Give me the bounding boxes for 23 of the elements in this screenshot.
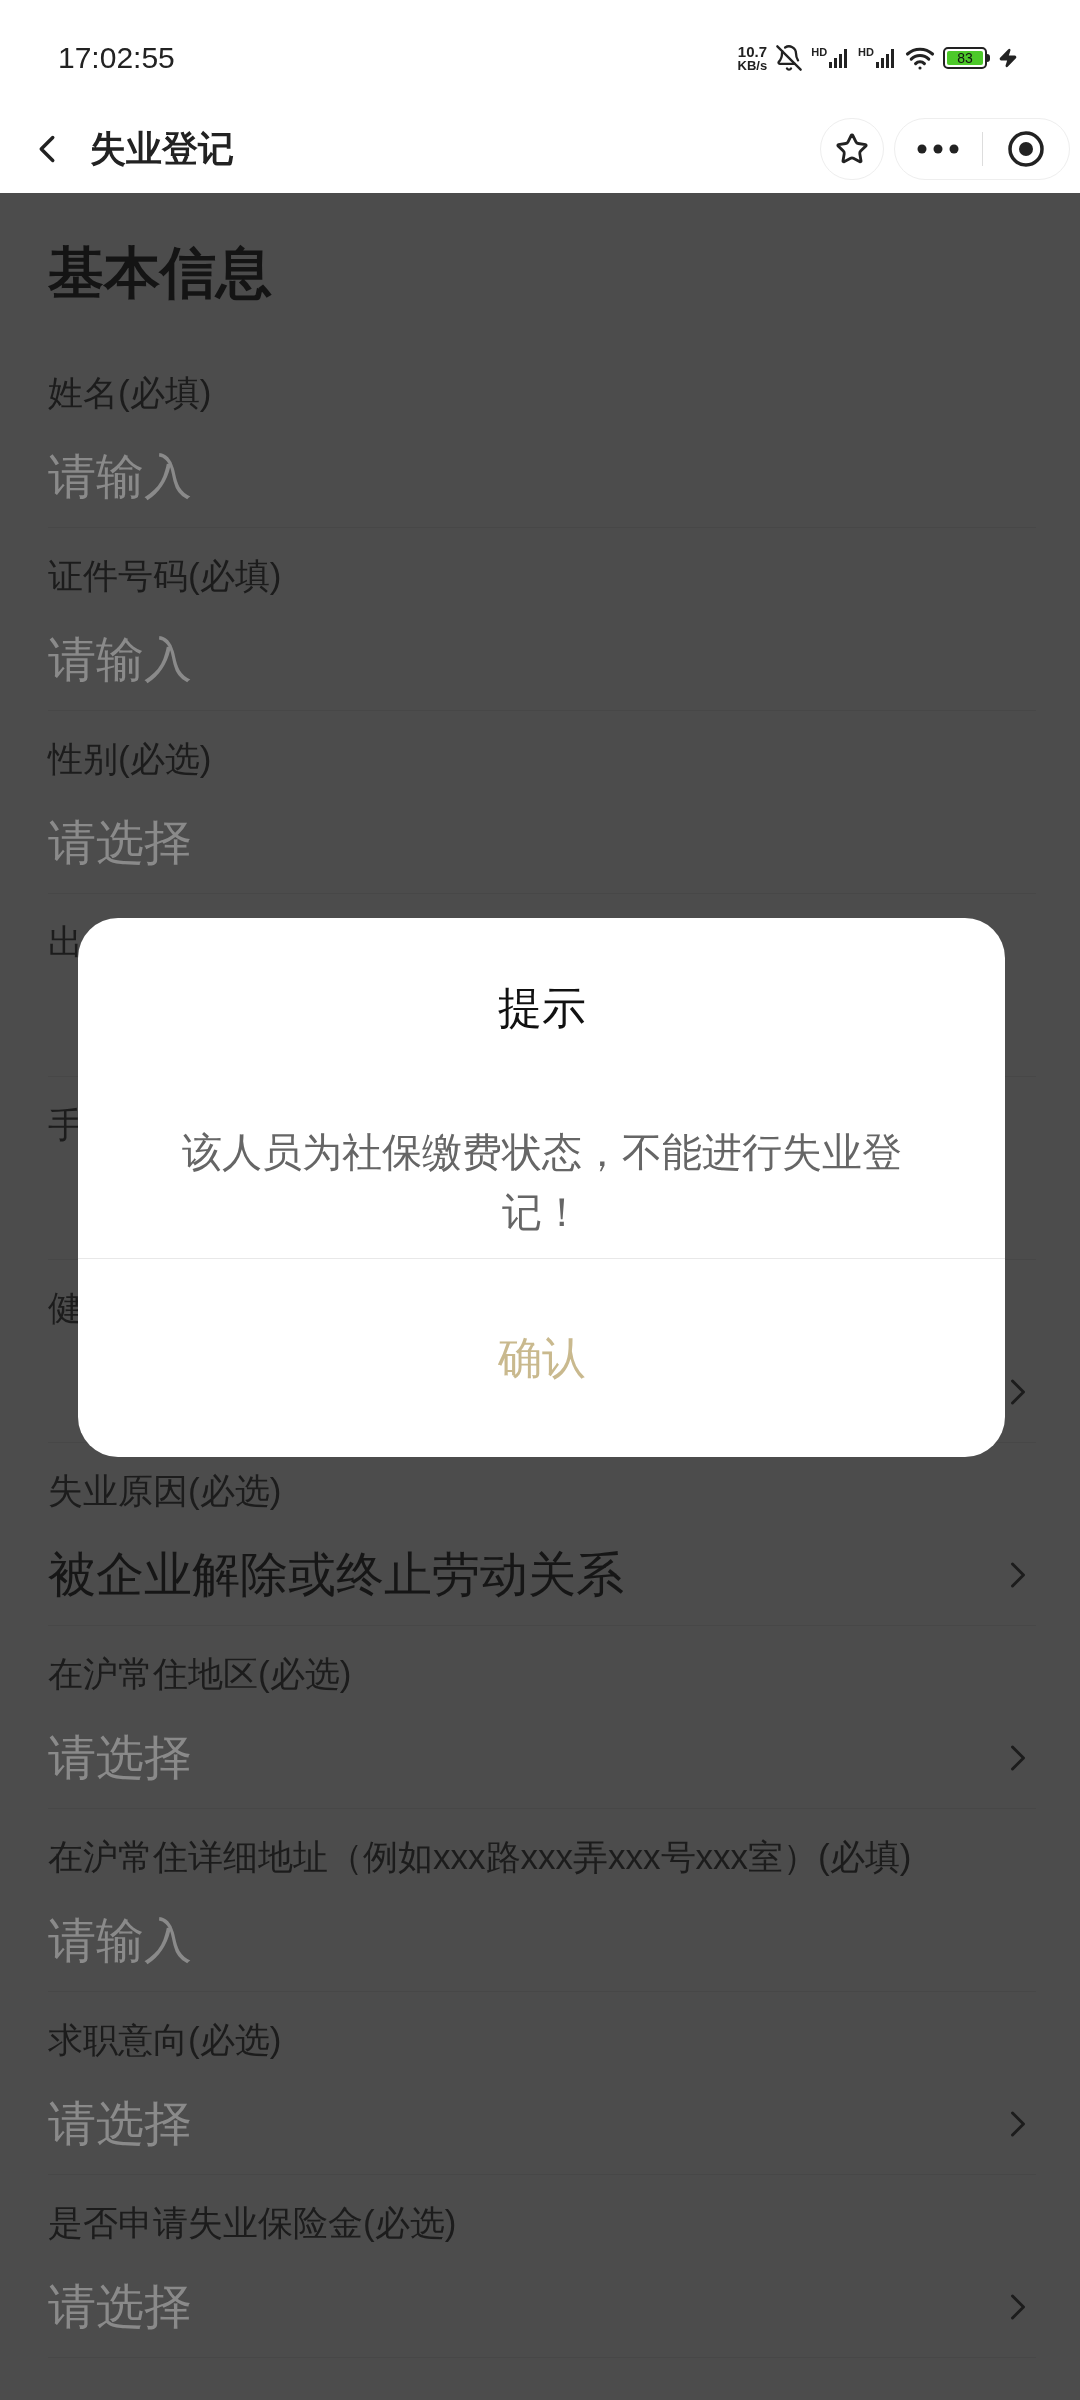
battery-icon: 83: [943, 46, 990, 69]
field-placeholder[interactable]: 请输入: [48, 443, 192, 511]
field-placeholder[interactable]: 请选择: [48, 1724, 192, 1792]
status-time: 17:02:55: [58, 40, 175, 76]
page-title: 失业登记: [90, 127, 234, 171]
network-speed: 10.7 KB/s: [737, 43, 768, 72]
field-placeholder[interactable]: 请选择: [48, 2273, 192, 2341]
star-icon: [835, 132, 869, 166]
target-icon: [1006, 130, 1045, 168]
section-title: 基本信息: [48, 240, 273, 306]
dialog-title: 提示: [497, 982, 586, 1034]
field-placeholder[interactable]: 请选择: [48, 809, 192, 877]
charging-icon: [998, 47, 1018, 68]
dialog-message: 该人员为社保缴费状态，不能进行失业登记！: [180, 1129, 903, 1236]
field-placeholder[interactable]: 请选择: [48, 2090, 192, 2158]
field-placeholder[interactable]: 请输入: [48, 626, 192, 694]
confirm-button[interactable]: 确认: [78, 1259, 1005, 1457]
hd-label: HD: [811, 46, 828, 58]
signal-icon: [875, 46, 897, 69]
hd-label: HD: [858, 46, 874, 58]
more-icon: [917, 144, 960, 154]
bell-off-icon: [775, 43, 804, 72]
field-placeholder[interactable]: 请输入: [48, 1907, 192, 1975]
